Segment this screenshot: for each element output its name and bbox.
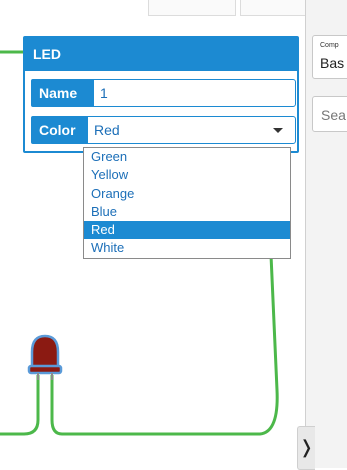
components-select[interactable]: Comp Bas [312, 35, 347, 79]
inspector-panel: LED Name 1 Color Red [23, 36, 299, 153]
name-row: Name 1 [31, 79, 296, 107]
caret-down-icon [273, 128, 283, 133]
chevron-right-icon[interactable]: ❭ [297, 426, 315, 470]
name-label: Name [31, 79, 93, 107]
dropdown-option[interactable]: White [84, 239, 290, 257]
led-icon[interactable] [27, 334, 63, 380]
color-label: Color [31, 116, 93, 144]
components-value: Bas [320, 55, 345, 71]
components-label: Comp [320, 42, 339, 49]
search-placeholder: Sea [321, 107, 346, 123]
color-select-value: Red [94, 122, 120, 138]
search-input[interactable]: Sea [312, 96, 347, 132]
color-dropdown-list[interactable]: Green Yellow Orange Blue Red White [83, 147, 291, 259]
dropdown-option[interactable]: Green [84, 148, 290, 166]
dropdown-option[interactable]: Blue [84, 203, 290, 221]
dropdown-option-selected[interactable]: Red [84, 221, 290, 240]
inspector-title: LED [25, 38, 297, 71]
wire[interactable] [0, 375, 40, 436]
dropdown-option[interactable]: Yellow [84, 166, 290, 184]
name-field[interactable]: 1 [93, 79, 296, 107]
wire[interactable] [50, 254, 279, 436]
color-select[interactable]: Red [87, 116, 296, 144]
dropdown-option[interactable]: Orange [84, 185, 290, 203]
color-row: Color Red [31, 116, 296, 144]
